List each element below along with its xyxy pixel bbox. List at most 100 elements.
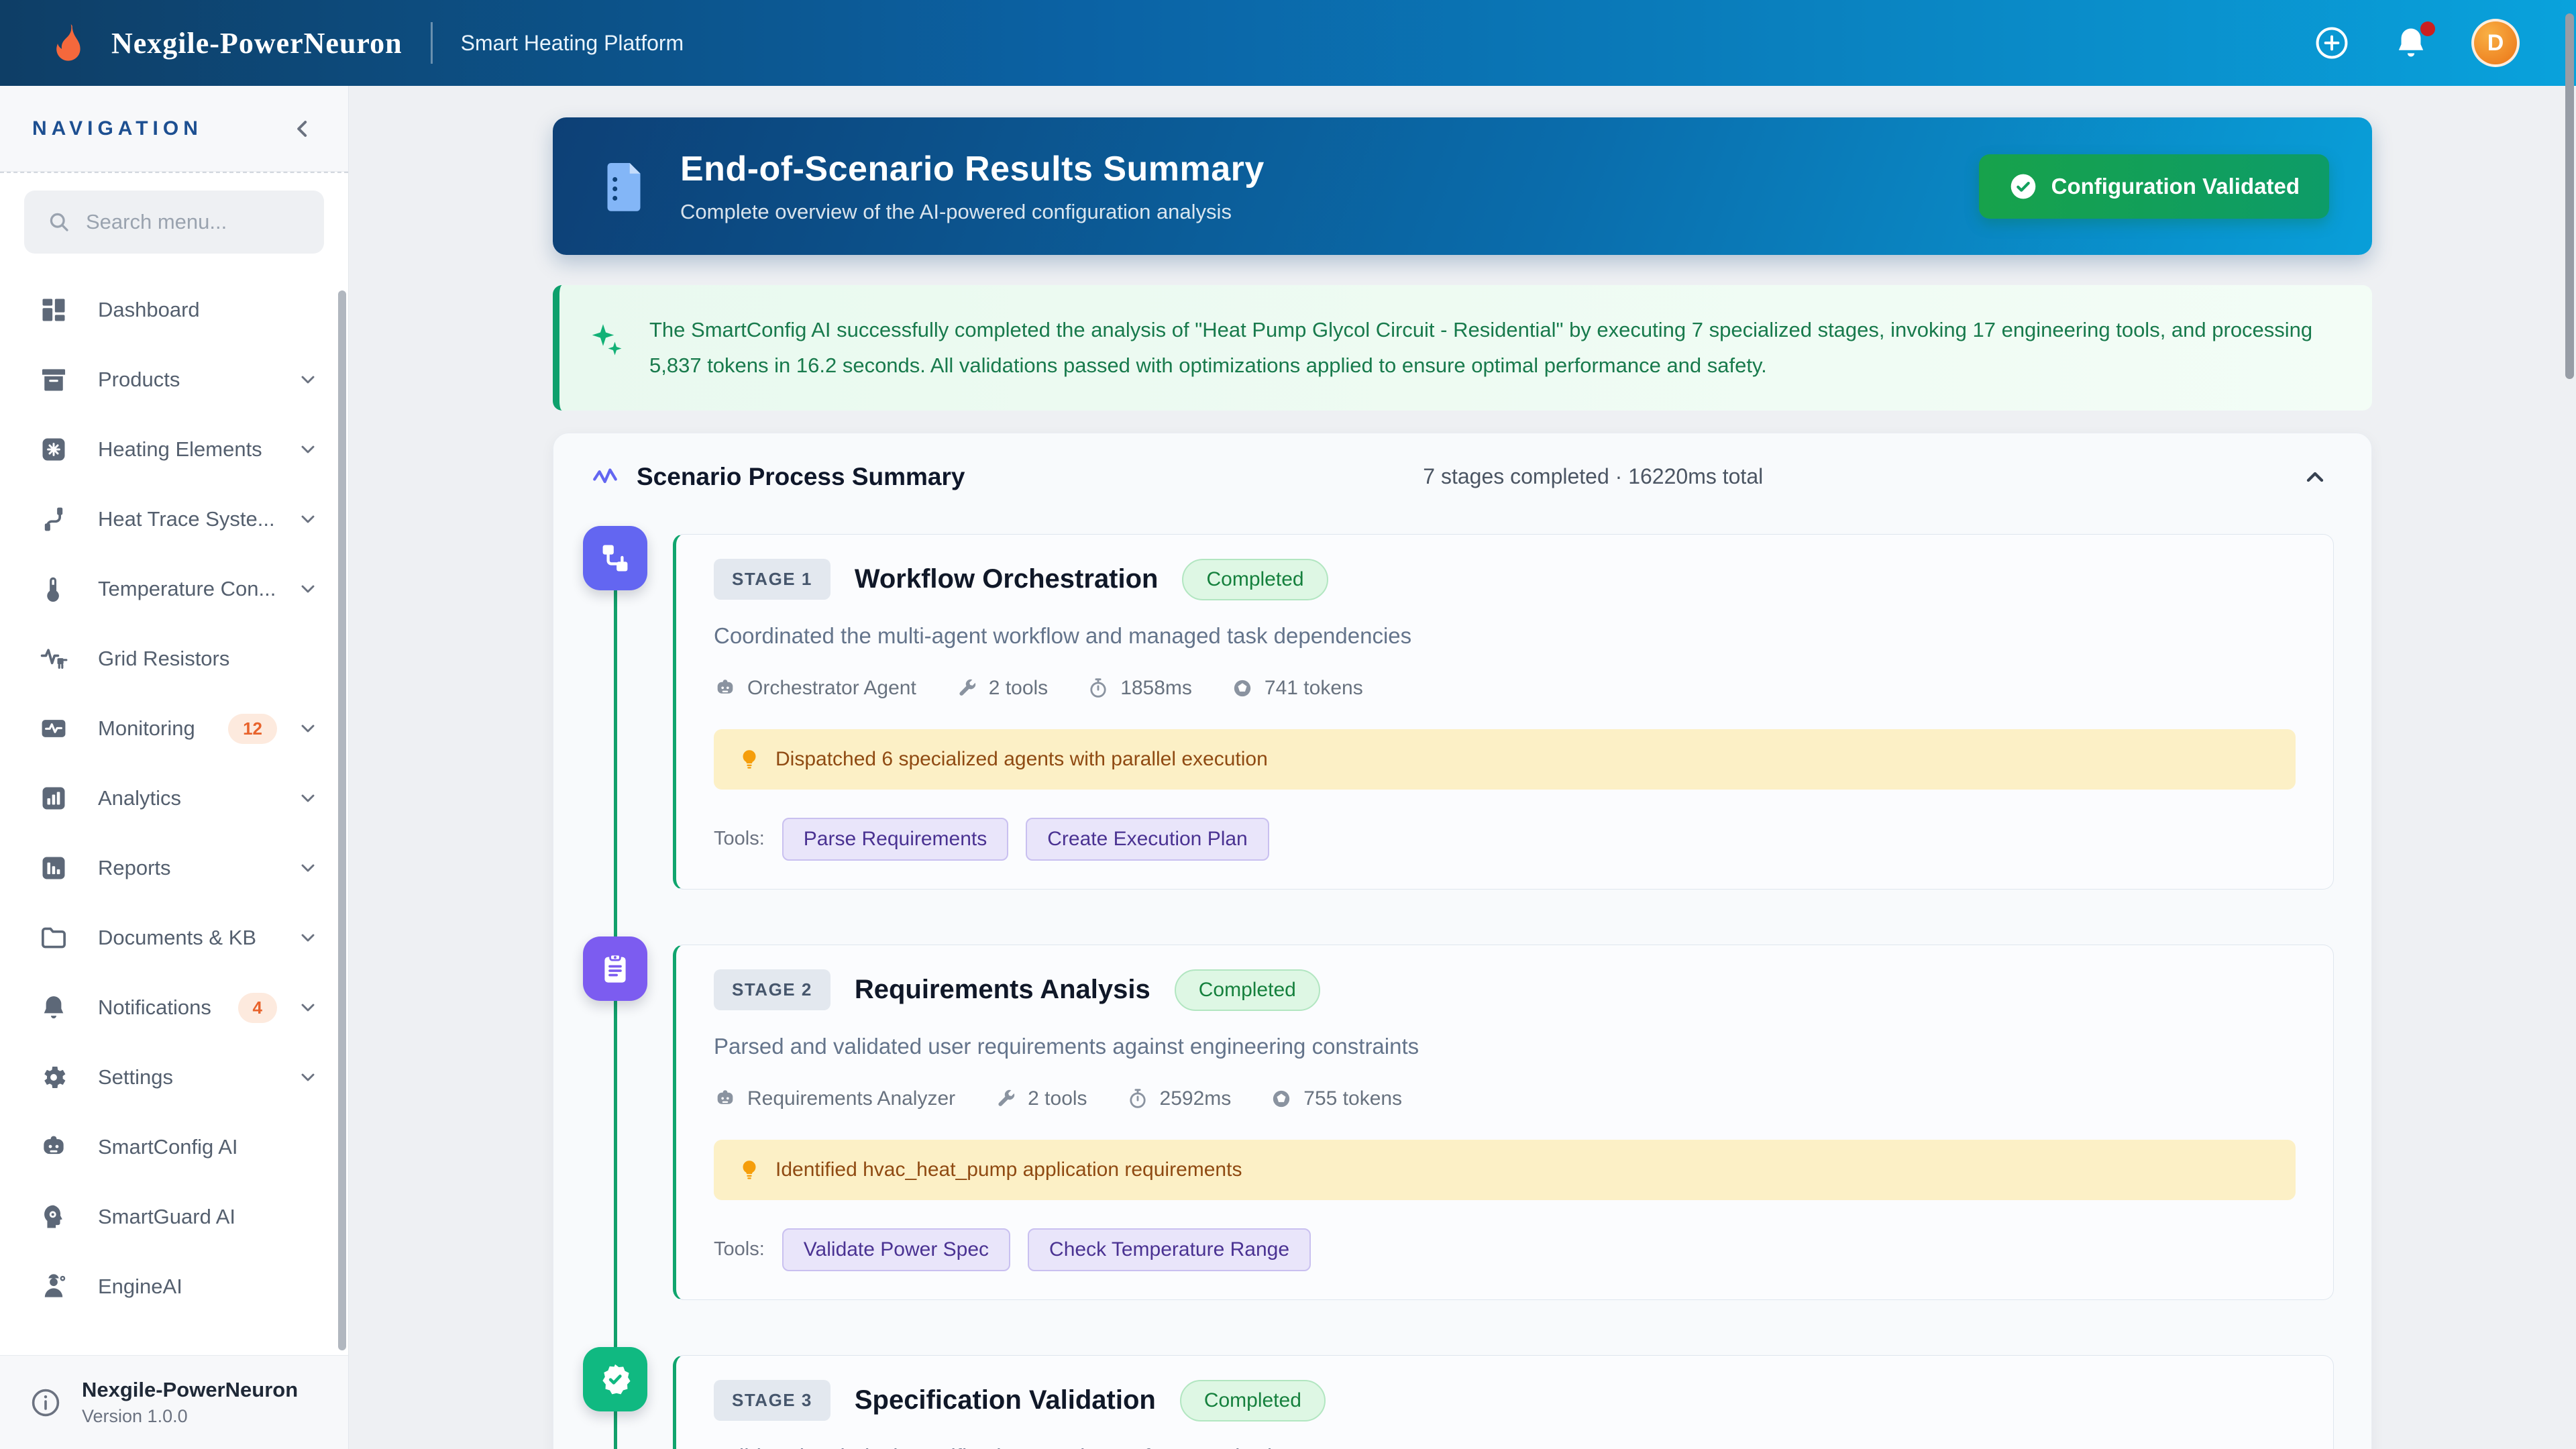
smartguard-ai-icon	[39, 1202, 68, 1232]
sidebar-item-analytics[interactable]: Analytics	[0, 763, 348, 833]
count-badge: 4	[238, 993, 277, 1023]
stage-card: STAGE 3 Specification Validation Complet…	[673, 1355, 2334, 1449]
sidebar-item-documents-kb[interactable]: Documents & KB	[0, 903, 348, 973]
notifications-icon	[39, 993, 68, 1022]
stage-number-badge: STAGE 1	[714, 559, 830, 600]
stopwatch-icon	[1087, 677, 1110, 700]
sidebar-item-label: Settings	[98, 1065, 173, 1089]
duration-meta: 1858ms	[1087, 677, 1192, 700]
tools-label: Tools:	[714, 1238, 765, 1260]
agent-name: Requirements Analyzer	[747, 1087, 955, 1110]
stage-title: Specification Validation	[855, 1385, 1156, 1415]
process-summary-header[interactable]: Scenario Process Summary 7 stages comple…	[553, 433, 2371, 518]
sidebar-search[interactable]	[24, 191, 324, 254]
search-input[interactable]	[86, 210, 301, 234]
chevron-down-icon	[297, 1067, 319, 1088]
configuration-validated-badge[interactable]: Configuration Validated	[1979, 154, 2329, 219]
sidebar-item-dashboard[interactable]: Dashboard	[0, 275, 348, 345]
chevron-down-icon	[297, 788, 319, 809]
badge-label: Configuration Validated	[2051, 174, 2300, 199]
sparkles-icon	[586, 316, 627, 364]
stage-description: Validated technical specifications again…	[714, 1444, 2296, 1449]
stage-description: Parsed and validated user requirements a…	[714, 1034, 2296, 1059]
sidebar-scrollbar[interactable]	[338, 290, 346, 1350]
sidebar-item-heating-elements[interactable]: Heating Elements	[0, 415, 348, 484]
sidebar-item-label: Analytics	[98, 786, 181, 810]
wrench-icon	[955, 677, 978, 700]
sidebar-item-notifications[interactable]: Notifications4	[0, 973, 348, 1042]
agent-meta: Orchestrator Agent	[714, 677, 916, 700]
stage-insight-callout: Identified hvac_heat_pump application re…	[714, 1140, 2296, 1200]
page-scrollbar[interactable]	[2565, 13, 2574, 379]
sidebar-item-monitoring[interactable]: Monitoring12	[0, 694, 348, 763]
sidebar-item-smartconfig-ai[interactable]: SmartConfig AI	[0, 1112, 348, 1182]
tool-pill-parse-requirements[interactable]: Parse Requirements	[782, 818, 1008, 861]
sidebar-item-heat-trace-syste[interactable]: Heat Trace Syste...	[0, 484, 348, 554]
sidebar-item-engineai[interactable]: EngineAI	[0, 1252, 348, 1322]
grid-resistors-icon	[39, 644, 68, 674]
insight-text: Dispatched 6 specialized agents with par…	[775, 748, 1268, 771]
notifications-bell-button[interactable]	[2392, 24, 2430, 62]
chevron-up-icon[interactable]	[2302, 464, 2328, 490]
sidebar-item-temperature-con[interactable]: Temperature Con...	[0, 554, 348, 624]
count-badge: 12	[228, 714, 277, 744]
ai-summary-text: The SmartConfig AI successfully complete…	[649, 312, 2334, 384]
chevron-down-icon	[297, 508, 319, 530]
sidebar-item-reports[interactable]: Reports	[0, 833, 348, 903]
add-new-button[interactable]	[2313, 24, 2351, 62]
chevron-down-icon	[297, 997, 319, 1018]
results-banner: End-of-Scenario Results Summary Complete…	[553, 117, 2372, 255]
sidebar-collapse-button[interactable]	[289, 115, 316, 142]
topbar-actions: D	[2313, 19, 2529, 67]
sidebar-item-label: SmartConfig AI	[98, 1135, 237, 1159]
sidebar-item-settings[interactable]: Settings	[0, 1042, 348, 1112]
tool-pill-create-execution-plan[interactable]: Create Execution Plan	[1026, 818, 1269, 861]
stage-tools-row: Tools: Parse Requirements Create Executio…	[714, 818, 2296, 861]
tools-count-meta: 2 tools	[994, 1087, 1087, 1110]
settings-icon	[39, 1063, 68, 1092]
sidebar-item-label: Dashboard	[98, 298, 200, 322]
stage-status-badge: Completed	[1182, 559, 1328, 600]
stage-meta-row: Requirements Analyzer 2 tools 2592ms 755…	[714, 1087, 2296, 1110]
brand-title: Nexgile-PowerNeuron	[111, 26, 402, 60]
sidebar-item-label: Documents & KB	[98, 926, 256, 950]
token-icon	[1231, 677, 1254, 700]
stage-number-badge: STAGE 2	[714, 969, 830, 1010]
tool-pill-check-temperature-range[interactable]: Check Temperature Range	[1028, 1228, 1311, 1271]
stage-insight-callout: Dispatched 6 specialized agents with par…	[714, 729, 2296, 790]
tools-count: 2 tools	[989, 677, 1048, 700]
sidebar-item-label: Heat Trace Syste...	[98, 507, 275, 531]
sidebar-item-smartguard-ai[interactable]: SmartGuard AI	[0, 1182, 348, 1252]
stage-description: Coordinated the multi-agent workflow and…	[714, 623, 2296, 649]
smartconfig-ai-icon	[39, 1132, 68, 1162]
stage-card: STAGE 2 Requirements Analysis Completed …	[673, 945, 2334, 1300]
stage-card: STAGE 1 Workflow Orchestration Completed…	[673, 534, 2334, 890]
sidebar-scroll-area: Dashboard ProductsHeating Elements Heat Tr…	[0, 172, 348, 1355]
reports-icon	[39, 853, 68, 883]
robot-icon	[714, 677, 737, 700]
sidebar-nav-list: Dashboard ProductsHeating Elements Heat Tr…	[0, 271, 348, 1326]
duration: 1858ms	[1120, 677, 1192, 700]
footer-app-name: Nexgile-PowerNeuron	[82, 1378, 298, 1402]
user-avatar[interactable]: D	[2471, 19, 2520, 67]
sidebar-item-products[interactable]: Products	[0, 345, 348, 415]
stage-meta-row: Orchestrator Agent 2 tools 1858ms 741 to…	[714, 677, 2296, 700]
temperature-icon	[39, 574, 68, 604]
chevron-down-icon	[297, 439, 319, 460]
insight-text: Identified hvac_heat_pump application re…	[775, 1159, 1242, 1181]
tool-pill-validate-power-spec[interactable]: Validate Power Spec	[782, 1228, 1010, 1271]
dashboard-icon	[39, 295, 68, 325]
tools-label: Tools:	[714, 828, 765, 850]
page-title: End-of-Scenario Results Summary	[680, 149, 1265, 189]
top-bar: Nexgile-PowerNeuron Smart Heating Platfo…	[0, 0, 2576, 86]
stages-status-text: 7 stages completed · 16220ms total	[965, 464, 2302, 489]
sidebar-item-grid-resistors[interactable]: Grid Resistors	[0, 624, 348, 694]
scenario-process-summary-card: Scenario Process Summary 7 stages comple…	[553, 433, 2372, 1449]
heating-elements-icon	[39, 435, 68, 464]
stages-timeline: STAGE 1 Workflow Orchestration Completed…	[553, 518, 2371, 1449]
clipboard-stage-icon	[583, 936, 647, 1001]
flame-logo-icon	[47, 17, 89, 69]
engine-ai-icon	[39, 1272, 68, 1301]
sidebar-footer: Nexgile-PowerNeuron Version 1.0.0	[0, 1355, 348, 1449]
brand-divider	[431, 22, 433, 64]
